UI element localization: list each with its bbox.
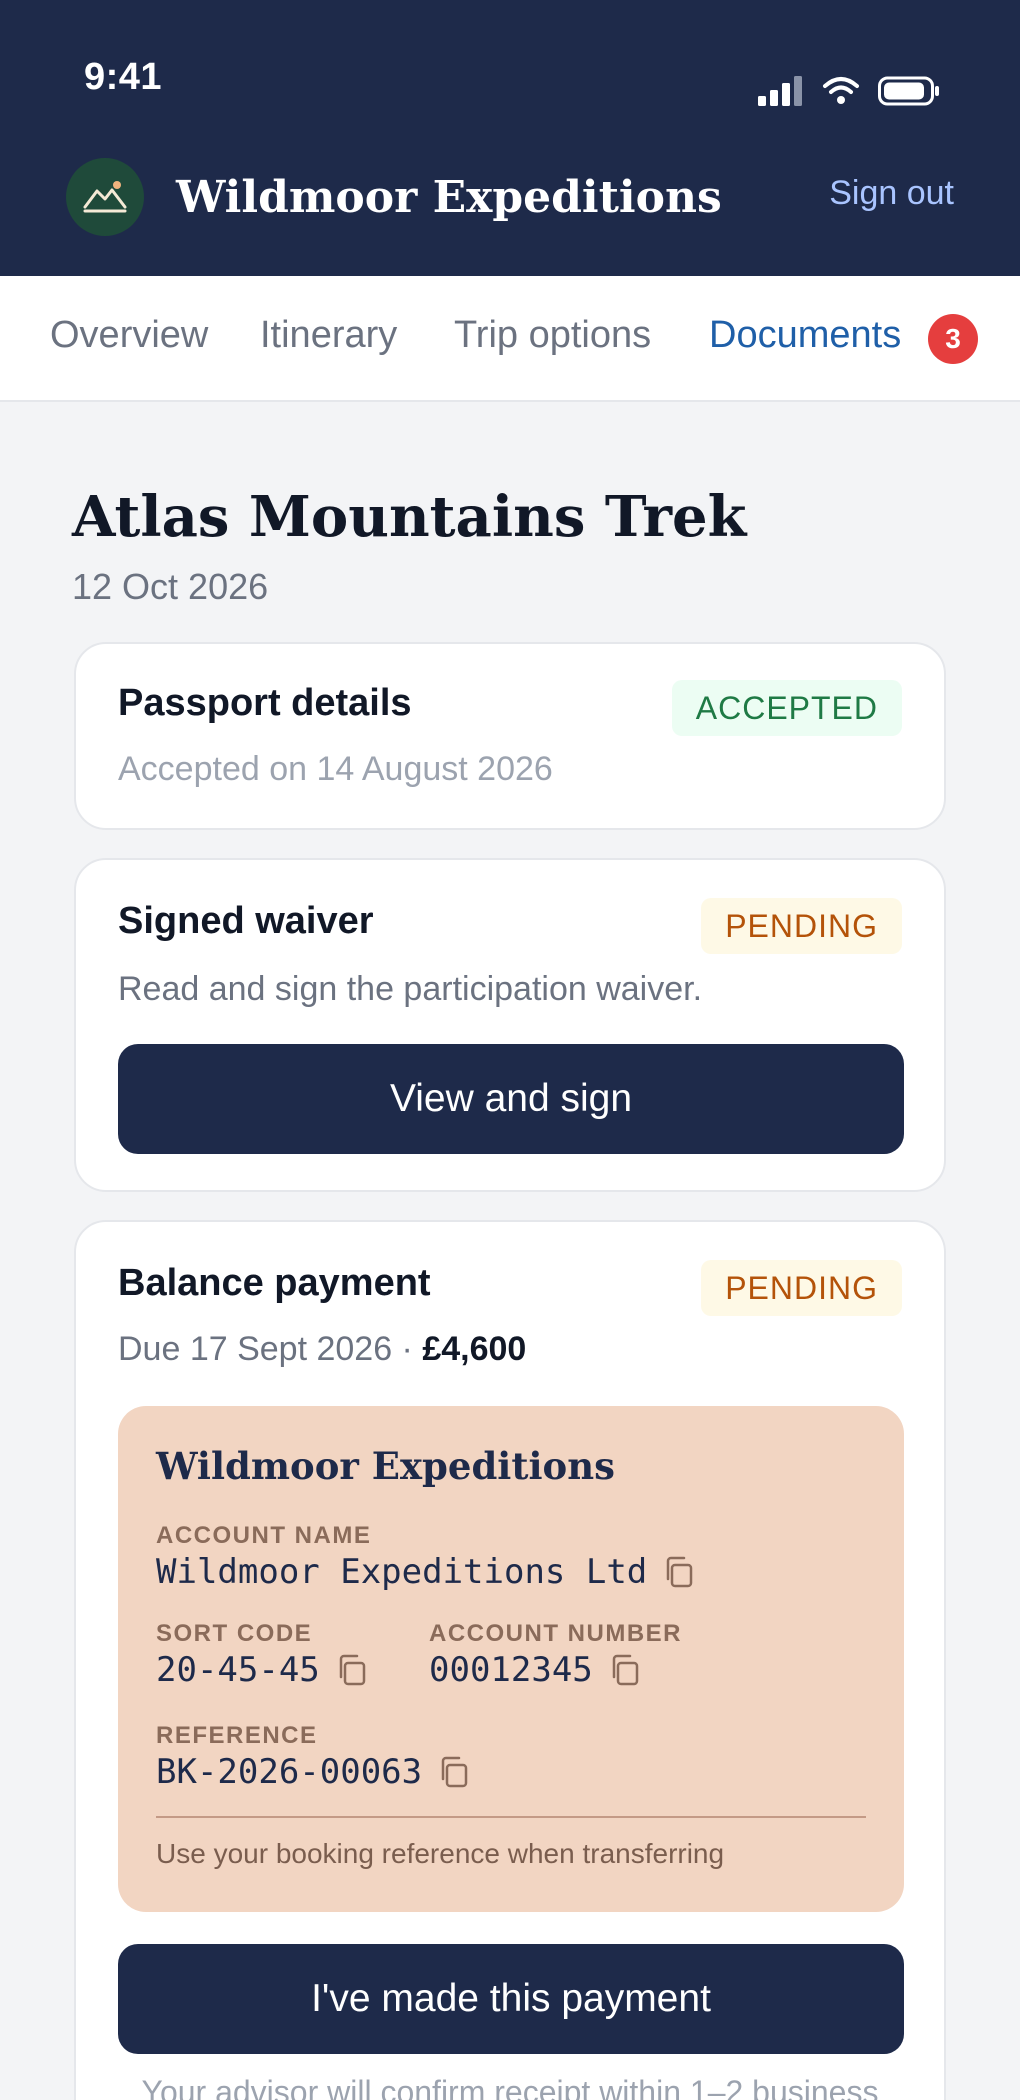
tab-documents[interactable]: Documents [709,314,901,357]
bank-title: Wildmoor Expeditions [156,1444,615,1488]
brand-name: Wildmoor Expeditions [176,171,722,223]
copy-icon[interactable] [438,1755,470,1789]
status-icons [758,76,940,106]
account-number-field: 00012345 [429,1650,641,1690]
account-name-field: Wildmoor Expeditions Ltd [156,1552,695,1592]
status-badge: PENDING [701,1260,902,1316]
bank-note: Use your booking reference when transfer… [156,1838,725,1869]
tab-bar: Overview Itinerary Trip options Document… [0,276,1020,402]
battery-icon [878,76,939,106]
sort-code-value: 20-45-45 [156,1650,320,1690]
account-number-value: 00012345 [429,1650,593,1690]
card-subtitle: Accepted on 14 August 2026 [118,750,553,788]
sort-code-field: 20-45-45 [156,1650,368,1690]
tab-itinerary[interactable]: Itinerary [260,314,397,357]
card-title: Passport details [118,682,412,724]
sort-code-label: SORT CODE [156,1620,313,1647]
card-subtitle: Read and sign the participation waiver. [118,970,703,1008]
tab-overview[interactable]: Overview [50,314,208,357]
signal-icon [758,76,802,106]
account-name-value: Wildmoor Expeditions Ltd [156,1552,648,1592]
payment-made-button[interactable]: I've made this payment [118,1944,904,2054]
tab-trip-options[interactable]: Trip options [454,314,651,357]
brand[interactable]: Wildmoor Expeditions [66,158,722,236]
view-and-sign-button[interactable]: View and sign [118,1044,904,1154]
card-title: Signed waiver [118,900,374,942]
bank-details-panel: Wildmoor Expeditions ACCOUNT NAME Wildmo… [118,1406,904,1912]
reference-field: BK-2026-00063 [156,1752,470,1792]
trip-date: 12 Oct 2026 [72,566,269,607]
documents-count-badge: 3 [928,314,978,364]
balance-payment-card: Balance payment PENDING Due 17 Sept 2026… [74,1220,946,2100]
copy-icon[interactable] [336,1653,368,1687]
reference-value: BK-2026-00063 [156,1752,423,1792]
sign-out-link[interactable]: Sign out [829,174,954,213]
due-date: Due 17 Sept 2026 · [118,1330,423,1368]
amount: £4,600 [422,1330,527,1368]
account-number-label: ACCOUNT NUMBER [429,1620,682,1647]
divider [156,1816,866,1818]
mountain-sun-icon [66,158,144,236]
copy-icon[interactable] [663,1555,695,1589]
card-title: Balance payment [118,1262,431,1304]
payment-due: Due 17 Sept 2026 · £4,600 [118,1330,526,1369]
page-title: Atlas Mountains Trek [72,484,747,550]
status-badge: PENDING [701,898,902,954]
status-time: 9:41 [84,56,163,98]
status-badge: ACCEPTED [671,680,902,736]
reference-label: REFERENCE [156,1722,318,1749]
account-name-label: ACCOUNT NAME [156,1522,372,1549]
app-header: 9:41 Wildmoor Expeditions Sign out [0,0,1020,276]
confirmation-note: Your advisor will confirm receipt within… [141,2074,879,2100]
copy-icon[interactable] [609,1653,641,1687]
waiver-card: Signed waiver PENDING Read and sign the … [74,858,946,1192]
wifi-icon [823,77,859,104]
passport-card: Passport details ACCEPTED Accepted on 14… [74,642,946,830]
